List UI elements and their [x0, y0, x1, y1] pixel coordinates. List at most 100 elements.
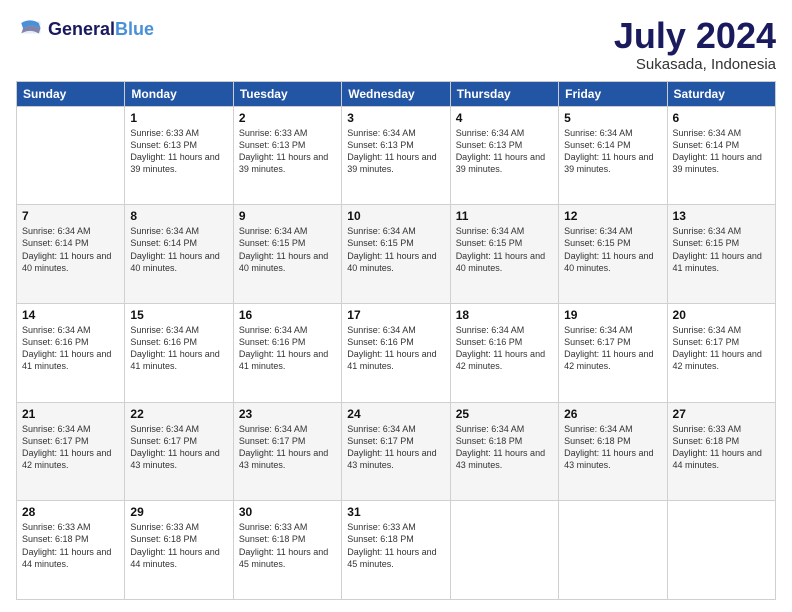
day-info: Sunrise: 6:34 AMSunset: 6:17 PMDaylight:… [22, 423, 119, 472]
calendar-header-cell: Wednesday [342, 81, 450, 106]
day-info: Sunrise: 6:34 AMSunset: 6:15 PMDaylight:… [456, 225, 553, 274]
calendar-cell: 14Sunrise: 6:34 AMSunset: 6:16 PMDayligh… [17, 303, 125, 402]
calendar-cell: 18 Sunrise: 6:34 AMSunset: 6:16 PMDayligh… [450, 303, 558, 402]
calendar-header-cell: Thursday [450, 81, 558, 106]
day-number: 12 [564, 209, 661, 223]
calendar-cell: 1Sunrise: 6:33 AMSunset: 6:13 PMDaylight… [125, 106, 233, 205]
day-number: 19 [564, 308, 661, 322]
day-number: 2 [239, 111, 336, 125]
day-info: Sunrise: 6:34 AMSunset: 6:15 PMDaylight:… [347, 225, 444, 274]
day-number: 26 [564, 407, 661, 421]
calendar-week-row: 28 Sunrise: 6:33 AMSunset: 6:18 PMDayligh… [17, 501, 776, 600]
day-number: 10 [347, 209, 444, 223]
day-info: Sunrise: 6:34 AMSunset: 6:13 PMDaylight:… [456, 127, 553, 176]
day-info: Sunrise: 6:34 AMSunset: 6:14 PMDaylight:… [564, 127, 661, 176]
day-info: Sunrise: 6:34 AMSunset: 6:16 PMDaylight:… [239, 324, 336, 373]
calendar-cell: 5 Sunrise: 6:34 AMSunset: 6:14 PMDaylight… [559, 106, 667, 205]
calendar-week-row: 7 Sunrise: 6:34 AMSunset: 6:14 PMDaylight… [17, 205, 776, 304]
day-info: Sunrise: 6:34 AMSunset: 6:16 PMDaylight:… [130, 324, 227, 373]
day-number: 21 [22, 407, 119, 421]
calendar-header-cell: Friday [559, 81, 667, 106]
calendar-cell: 22Sunrise: 6:34 AMSunset: 6:17 PMDayligh… [125, 402, 233, 501]
calendar-cell: 8 Sunrise: 6:34 AMSunset: 6:14 PMDaylight… [125, 205, 233, 304]
calendar-cell: 21 Sunrise: 6:34 AMSunset: 6:17 PMDayligh… [17, 402, 125, 501]
day-info: Sunrise: 6:34 AMSunset: 6:14 PMDaylight:… [130, 225, 227, 274]
title-block: July 2024 Sukasada, Indonesia [614, 16, 776, 73]
day-info: Sunrise: 6:34 AMSunset: 6:18 PMDaylight:… [564, 423, 661, 472]
calendar-header-cell: Tuesday [233, 81, 341, 106]
day-info: Sunrise: 6:34 AMSunset: 6:15 PMDaylight:… [239, 225, 336, 274]
calendar-cell: 29Sunrise: 6:33 AMSunset: 6:18 PMDayligh… [125, 501, 233, 600]
day-number: 23 [239, 407, 336, 421]
day-info: Sunrise: 6:34 AMSunset: 6:14 PMDaylight:… [22, 225, 119, 274]
day-info: Sunrise: 6:34 AMSunset: 6:14 PMDaylight:… [673, 127, 770, 176]
calendar-cell: 23Sunrise: 6:34 AMSunset: 6:17 PMDayligh… [233, 402, 341, 501]
day-info: Sunrise: 6:34 AMSunset: 6:16 PMDaylight:… [347, 324, 444, 373]
logo-icon [16, 16, 44, 44]
calendar-cell: 25Sunrise: 6:34 AMSunset: 6:18 PMDayligh… [450, 402, 558, 501]
calendar-header-row: SundayMondayTuesdayWednesdayThursdayFrid… [17, 81, 776, 106]
calendar-cell: 16Sunrise: 6:34 AMSunset: 6:16 PMDayligh… [233, 303, 341, 402]
day-info: Sunrise: 6:34 AMSunset: 6:16 PMDaylight:… [456, 324, 553, 373]
calendar-cell: 4 Sunrise: 6:34 AMSunset: 6:13 PMDaylight… [450, 106, 558, 205]
day-number: 4 [456, 111, 553, 125]
day-info: Sunrise: 6:33 AMSunset: 6:13 PMDaylight:… [239, 127, 336, 176]
day-info: Sunrise: 6:34 AMSunset: 6:15 PMDaylight:… [673, 225, 770, 274]
day-number: 11 [456, 209, 553, 223]
calendar-cell: 12 Sunrise: 6:34 AMSunset: 6:15 PMDayligh… [559, 205, 667, 304]
calendar-cell: 27Sunrise: 6:33 AMSunset: 6:18 PMDayligh… [667, 402, 775, 501]
day-number: 8 [130, 209, 227, 223]
day-number: 31 [347, 505, 444, 519]
day-info: Sunrise: 6:34 AMSunset: 6:13 PMDaylight:… [347, 127, 444, 176]
calendar-week-row: 1Sunrise: 6:33 AMSunset: 6:13 PMDaylight… [17, 106, 776, 205]
calendar-cell: 10 Sunrise: 6:34 AMSunset: 6:15 PMDayligh… [342, 205, 450, 304]
calendar-cell: 28Sunrise: 6:33 AMSunset: 6:18 PMDayligh… [17, 501, 125, 600]
logo: GeneralBlue [16, 16, 154, 44]
day-number: 15 [130, 308, 227, 322]
calendar-week-row: 14 Sunrise: 6:34 AMSunset: 6:16 PMDayligh… [17, 303, 776, 402]
calendar-cell [450, 501, 558, 600]
calendar-cell: 13 Sunrise: 6:34 AMSunset: 6:15 PMDayligh… [667, 205, 775, 304]
day-number: 3 [347, 111, 444, 125]
calendar-cell: 6 Sunrise: 6:34 AMSunset: 6:14 PMDaylight… [667, 106, 775, 205]
day-number: 27 [673, 407, 770, 421]
calendar-cell: 2 Sunrise: 6:33 AMSunset: 6:13 PMDaylight… [233, 106, 341, 205]
page: GeneralBlue July 2024 Sukasada, Indonesi… [0, 0, 792, 612]
day-number: 5 [564, 111, 661, 125]
day-info: Sunrise: 6:33 AMSunset: 6:18 PMDaylight:… [130, 521, 227, 570]
calendar-cell [667, 501, 775, 600]
calendar-cell: 24Sunrise: 6:34 AMSunset: 6:17 PMDayligh… [342, 402, 450, 501]
day-number: 30 [239, 505, 336, 519]
month-title: July 2024 [614, 16, 776, 56]
header: GeneralBlue July 2024 Sukasada, Indonesi… [16, 16, 776, 73]
calendar-week-row: 21 Sunrise: 6:34 AMSunset: 6:17 PMDayligh… [17, 402, 776, 501]
day-number: 13 [673, 209, 770, 223]
day-info: Sunrise: 6:34 AMSunset: 6:18 PMDaylight:… [456, 423, 553, 472]
calendar-header-cell: Sunday [17, 81, 125, 106]
calendar-cell: 19 Sunrise: 6:34 AMSunset: 6:17 PMDayligh… [559, 303, 667, 402]
calendar-cell [17, 106, 125, 205]
calendar-header-cell: Monday [125, 81, 233, 106]
day-number: 17 [347, 308, 444, 322]
day-info: Sunrise: 6:34 AMSunset: 6:17 PMDaylight:… [347, 423, 444, 472]
calendar-cell: 31 Sunrise: 6:33 AMSunset: 6:18 PMDayligh… [342, 501, 450, 600]
day-number: 14 [22, 308, 119, 322]
day-number: 9 [239, 209, 336, 223]
calendar-cell: 11 Sunrise: 6:34 AMSunset: 6:15 PMDayligh… [450, 205, 558, 304]
day-info: Sunrise: 6:33 AMSunset: 6:18 PMDaylight:… [347, 521, 444, 570]
calendar-cell: 30 Sunrise: 6:33 AMSunset: 6:18 PMDayligh… [233, 501, 341, 600]
day-info: Sunrise: 6:33 AMSunset: 6:18 PMDaylight:… [239, 521, 336, 570]
calendar-header-cell: Saturday [667, 81, 775, 106]
location-subtitle: Sukasada, Indonesia [614, 56, 776, 73]
day-number: 28 [22, 505, 119, 519]
day-info: Sunrise: 6:34 AMSunset: 6:17 PMDaylight:… [564, 324, 661, 373]
calendar-cell: 26 Sunrise: 6:34 AMSunset: 6:18 PMDayligh… [559, 402, 667, 501]
calendar-cell: 7 Sunrise: 6:34 AMSunset: 6:14 PMDaylight… [17, 205, 125, 304]
day-number: 18 [456, 308, 553, 322]
day-info: Sunrise: 6:34 AMSunset: 6:17 PMDaylight:… [130, 423, 227, 472]
day-number: 7 [22, 209, 119, 223]
day-number: 20 [673, 308, 770, 322]
day-number: 6 [673, 111, 770, 125]
logo-text: GeneralBlue [48, 20, 154, 40]
day-info: Sunrise: 6:34 AMSunset: 6:15 PMDaylight:… [564, 225, 661, 274]
